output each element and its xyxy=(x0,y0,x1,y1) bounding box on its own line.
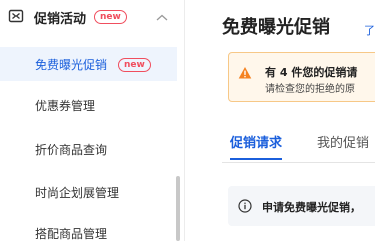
sidebar-item-label: 优惠券管理 xyxy=(35,99,96,113)
new-badge: new xyxy=(94,10,127,24)
tab-my-promotions[interactable]: 我的促销 xyxy=(317,132,369,151)
sidebar-item-label: 折价商品查询 xyxy=(35,143,108,157)
sidebar-item-label: 时尚企划展管理 xyxy=(35,186,120,200)
sidebar-group-promotions[interactable]: 促销活动 new xyxy=(0,0,185,34)
promotion-icon xyxy=(8,8,24,24)
tabs-divider xyxy=(222,162,375,163)
warning-icon xyxy=(238,65,252,79)
page-title: 免费曝光促销 xyxy=(222,17,330,38)
main-content: 免费曝光促销 了 有 4 件您的促销请 请检查您的拒绝的原 促销请求 我的促销 … xyxy=(186,0,375,241)
alert-message: 请检查您的拒绝的原 xyxy=(265,84,355,95)
sidebar: 促销活动 new 免费曝光促销 new 优惠券管理 折价商品查询 时尚企划展管理… xyxy=(0,0,185,241)
sidebar-scrollbar[interactable] xyxy=(176,176,180,241)
tab-promotion-requests[interactable]: 促销请求 xyxy=(230,132,282,151)
title-suffix: 了 xyxy=(364,24,375,37)
sidebar-item-free-exposure-promotion[interactable]: 免费曝光促销 new xyxy=(0,47,177,81)
sidebar-item-bundle-management[interactable]: 搭配商品管理 xyxy=(0,216,177,250)
tab-bar: 促销请求 我的促销 xyxy=(222,128,375,162)
alert-title: 有 4 件您的促销请 xyxy=(265,66,358,79)
sidebar-item-coupon-management[interactable]: 优惠券管理 xyxy=(0,88,177,122)
sidebar-item-fashion-showcase[interactable]: 时尚企划展管理 xyxy=(0,175,177,209)
sidebar-item-label: 搭配商品管理 xyxy=(35,227,108,241)
info-text: 申请免费曝光促销， xyxy=(262,201,361,214)
sidebar-item-discount-products[interactable]: 折价商品查询 xyxy=(0,132,177,166)
new-badge: new xyxy=(118,58,151,72)
sidebar-item-label: 免费曝光促销 xyxy=(35,58,108,72)
tab-active-indicator xyxy=(230,158,282,160)
info-icon xyxy=(238,198,252,213)
sidebar-group-label: 促销活动 xyxy=(34,12,87,27)
warning-alert: 有 4 件您的促销请 请检查您的拒绝的原 xyxy=(228,52,375,102)
chevron-up-icon[interactable] xyxy=(155,8,169,21)
info-box: 申请免费曝光促销， xyxy=(228,186,375,226)
